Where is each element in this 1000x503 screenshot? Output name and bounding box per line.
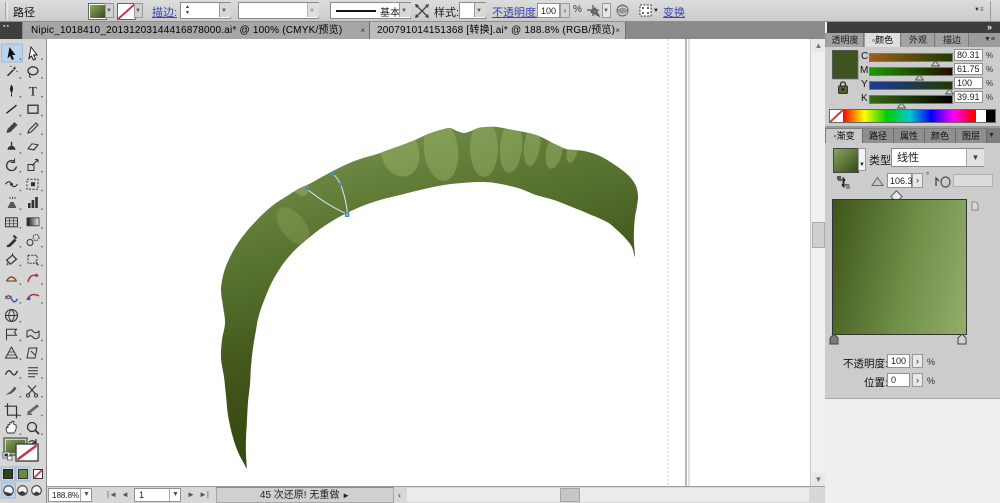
svg-text:T: T bbox=[29, 84, 37, 99]
